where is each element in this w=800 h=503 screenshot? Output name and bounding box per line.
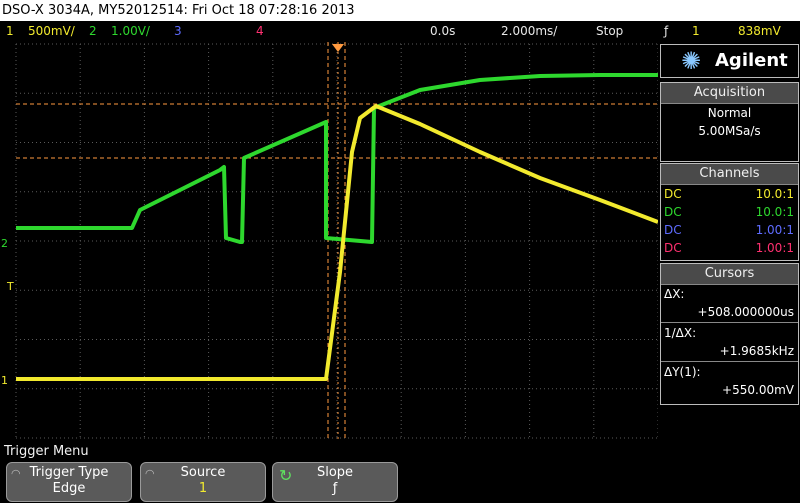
status-bar: 1 500mV/ 2 1.00V/ 3 4 0.0s 2.000ms/ Stop… [0, 21, 800, 42]
trigger-slope-icon: ƒ [664, 24, 669, 38]
softkey-bar: ◠ Trigger Type Edge ◠ Source 1 ↻ Slope ƒ [0, 461, 800, 503]
acquisition-rate: 5.00MSa/s [698, 124, 761, 138]
inv-delta-x-label: 1/ΔX: [661, 324, 798, 342]
trigger-level[interactable]: 838mV [738, 21, 781, 42]
softkey-title: Source [180, 465, 226, 480]
trigger-level-marker[interactable]: T [6, 280, 14, 293]
channels-box[interactable]: Channels DC 10.0:1 DC 10.0:1 DC 1.00:1 D… [660, 163, 799, 261]
ch2-number[interactable]: 2 [89, 21, 97, 42]
softkey-title: Trigger Type [29, 465, 109, 480]
delta-x-label: ΔX: [661, 285, 798, 303]
channel-row-4: DC 1.00:1 [661, 239, 798, 257]
brand-name: Agilent [715, 50, 788, 71]
ch2-scale[interactable]: 1.00V/ [111, 21, 150, 42]
trigger-position-marker[interactable] [332, 44, 344, 52]
softkey-return-icon: ◠ [11, 467, 21, 480]
ch1-scale[interactable]: 500mV/ [28, 21, 75, 42]
channel-row-2: DC 10.0:1 [661, 203, 798, 221]
ch2-ground-marker[interactable]: 2 [1, 237, 8, 250]
ch1-trace [16, 104, 658, 381]
ch4-number[interactable]: 4 [256, 21, 264, 42]
channel-probe: 1.00:1 [755, 223, 794, 237]
window-title: DSO-X 3034A, MY52012514: Fri Oct 18 07:2… [0, 0, 800, 21]
channel-coupling: DC [664, 187, 682, 201]
slope-softkey[interactable]: ↻ Slope ƒ [272, 462, 398, 502]
delta-x-value: +508.000000us [697, 305, 794, 319]
acquisition-mode: Normal [707, 106, 752, 120]
channel-coupling: DC [664, 205, 682, 219]
menu-title: Trigger Menu [0, 442, 800, 462]
channel-coupling: DC [664, 223, 682, 237]
channel-row-3: DC 1.00:1 [661, 221, 798, 239]
time-delay[interactable]: 0.0s [430, 21, 455, 42]
cursors-box[interactable]: Cursors ΔX: +508.000000us 1/ΔX: +1.9685k… [660, 263, 799, 405]
softkey-return-icon: ◠ [145, 467, 155, 480]
channel-coupling: DC [664, 241, 682, 255]
trigger-source[interactable]: 1 [692, 21, 700, 42]
run-state[interactable]: Stop [596, 21, 623, 42]
softkey-value: Edge [52, 481, 86, 496]
rotate-knob-icon: ↻ [279, 466, 293, 485]
delta-y-label-text: ΔY(1): [664, 365, 701, 379]
softkey-value: 1 [198, 481, 208, 496]
divider [661, 322, 798, 323]
channel-probe: 1.00:1 [755, 241, 794, 255]
channels-header: Channels [661, 164, 798, 185]
ch3-number[interactable]: 3 [174, 21, 182, 42]
delta-y-row: +550.00mV [661, 381, 798, 399]
delta-x-row: +508.000000us [661, 303, 798, 321]
acquisition-box[interactable]: Acquisition Normal 5.00MSa/s [660, 82, 799, 162]
cursors-header: Cursors [661, 264, 798, 285]
divider [661, 361, 798, 362]
acquisition-header: Acquisition [661, 83, 798, 104]
ch1-number[interactable]: 1 [6, 21, 14, 42]
delta-y-label: ΔY(1): [661, 363, 798, 381]
brand-logo: ✺ Agilent [660, 44, 799, 78]
delta-x-label-text: ΔX: [664, 287, 685, 301]
delta-y-value: +550.00mV [722, 383, 794, 397]
source-softkey[interactable]: ◠ Source 1 [140, 462, 266, 502]
channel-probe: 10.0:1 [755, 205, 794, 219]
time-scale[interactable]: 2.000ms/ [501, 21, 557, 42]
agilent-spark-icon: ✺ [681, 47, 702, 75]
channel-probe: 10.0:1 [755, 187, 794, 201]
side-panel: ✺ Agilent Acquisition Normal 5.00MSa/s C… [660, 44, 800, 440]
waveform-display[interactable]: 2 T 1 [0, 42, 658, 440]
channel-row-1: DC 10.0:1 [661, 185, 798, 203]
ch1-ground-marker[interactable]: 1 [1, 374, 8, 387]
trigger-type-softkey[interactable]: ◠ Trigger Type Edge [6, 462, 132, 502]
inv-delta-x-label-text: 1/ΔX: [664, 326, 697, 340]
inv-delta-x-row: +1.9685kHz [661, 342, 798, 360]
inv-delta-x-value: +1.9685kHz [719, 344, 794, 358]
